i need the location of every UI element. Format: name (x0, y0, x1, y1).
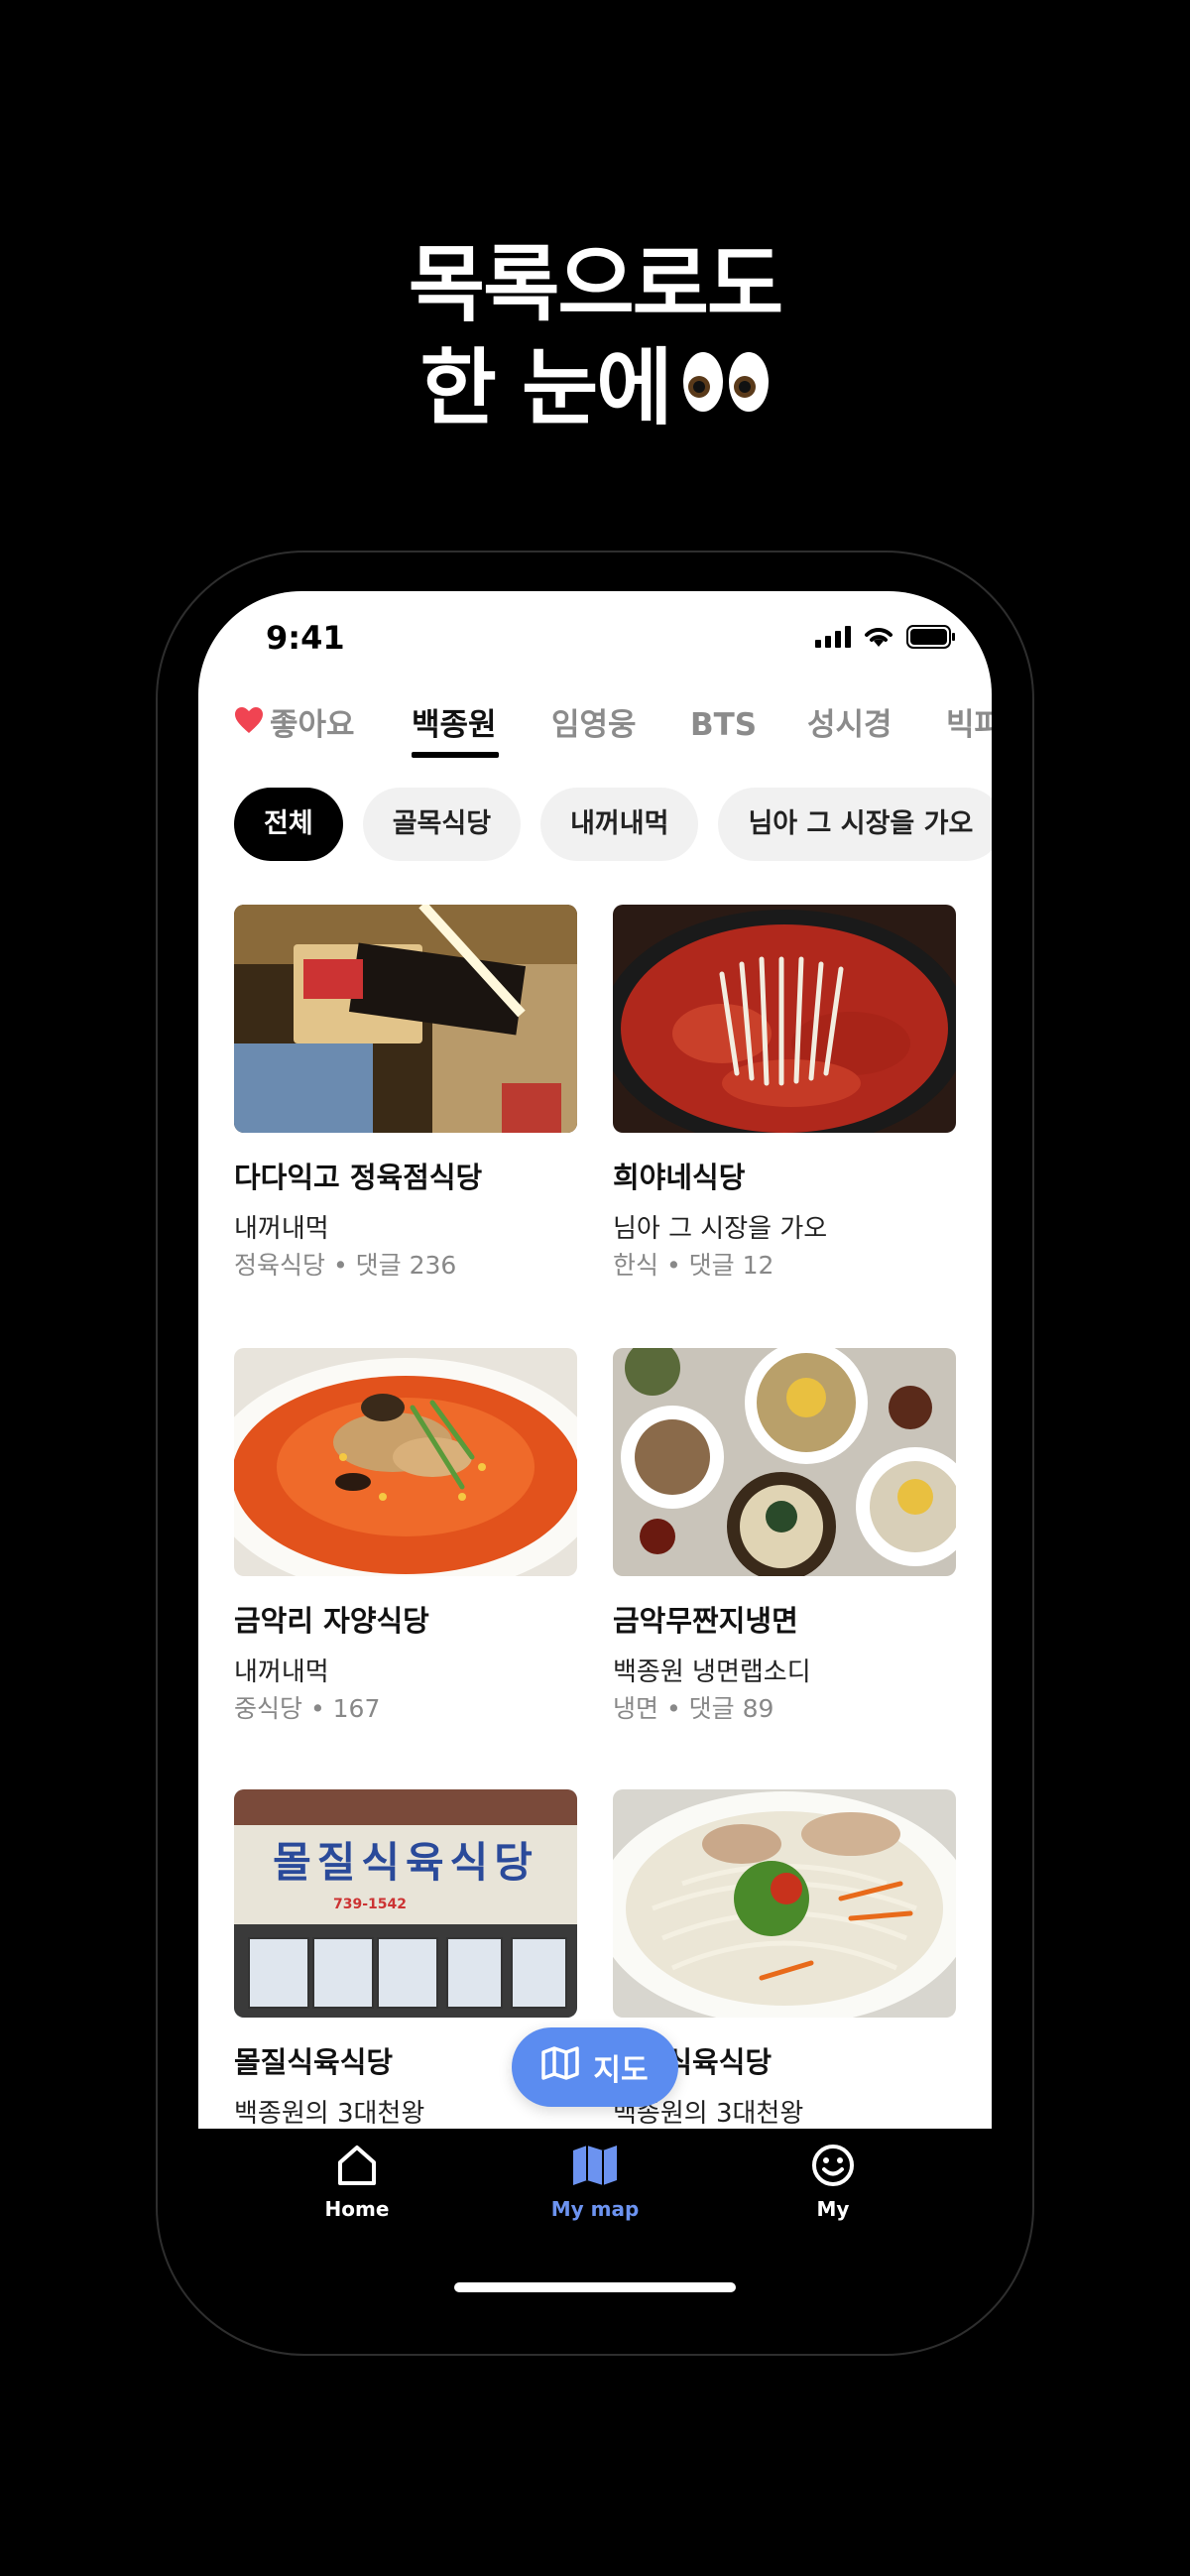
restaurant-meta: 중식당 • 167 (234, 1694, 381, 1723)
chip-market[interactable]: 님아 그 시장을 가오 (718, 788, 992, 861)
headline-line-2-text: 한 눈에 (419, 339, 672, 436)
restaurant-name: 몰질식육식당 (234, 2045, 394, 2079)
nav-my-map[interactable]: My map (516, 2143, 674, 2221)
noodle-soup-photo (613, 1789, 956, 2018)
headline: 목록으로도 한 눈에 (0, 233, 1190, 445)
heart-icon (234, 700, 264, 749)
headline-line-1: 목록으로도 (408, 236, 783, 333)
home-icon (334, 2146, 380, 2193)
chip-naekkeo-naemeok[interactable]: 내꺼내먹 (540, 788, 699, 861)
restaurant-meta: 한식 • 댓글 12 (613, 1251, 774, 1280)
battery-icon (906, 625, 955, 649)
headline-line-2: 한 눈에 (0, 336, 1190, 445)
eyes-emoji-icon (681, 336, 771, 439)
status-icons (815, 625, 956, 649)
restaurant-card[interactable]: 금악리 자양식당 내꺼내먹 중식당 • 167 (234, 1348, 577, 1723)
restaurant-meta: 정육식당 • 댓글 236 (234, 1251, 457, 1280)
restaurant-card[interactable]: 금악무짠지냉면 백종원 냉면랩소디 냉면 • 댓글 89 (613, 1348, 956, 1723)
restaurant-name: 희야네식당 (613, 1161, 746, 1194)
phone-screen: 9:41 좋아요 백종원 임영웅 BTS 성시경 빅파 전체 골목식당 내꺼내먹… (198, 591, 992, 2129)
status-time: 9:41 (266, 619, 345, 657)
restaurant-show: 님아 그 시장을 가오 (613, 1214, 828, 1244)
active-tab-indicator (412, 752, 499, 758)
restaurant-card[interactable]: 몰질식육식당 백종원의 3대천왕 (613, 1789, 956, 2129)
nav-home[interactable]: Home (278, 2143, 436, 2221)
signal-icon (815, 626, 851, 648)
nav-my[interactable]: My (754, 2143, 912, 2221)
status-bar: 9:41 (198, 591, 992, 690)
tab-baek-jong-won[interactable]: 백종원 (412, 700, 497, 750)
tab-bts[interactable]: BTS (690, 700, 757, 750)
bottom-nav: Home My map My (198, 2129, 992, 2277)
restaurant-show: 백종원 냉면랩소디 (613, 1657, 811, 1687)
map-icon (541, 2046, 580, 2088)
restaurant-card[interactable]: 다다익고 정육점식당 내꺼내먹 정육식당 • 댓글 236 (234, 905, 577, 1280)
restaurant-card[interactable]: 몰질식육식당 739-1542 몰질식육식당 백종원의 3대천왕 (234, 1789, 577, 2129)
storefront-phone-text: 739-1542 (333, 1897, 407, 1912)
category-chips: 전체 골목식당 내꺼내먹 님아 그 시장을 가오 (234, 788, 992, 861)
restaurant-card[interactable]: 희야네식당 님아 그 시장을 가오 한식 • 댓글 12 (613, 905, 956, 1280)
tab-likes[interactable]: 좋아요 (234, 700, 355, 752)
smiley-icon (810, 2145, 856, 2193)
map-icon (571, 2146, 619, 2193)
butcher-restaurant-sign-photo (234, 905, 577, 1133)
wifi-icon (865, 628, 892, 647)
map-view-button[interactable]: 지도 (512, 2027, 678, 2107)
restaurant-name: 다다익고 정육점식당 (234, 1161, 483, 1194)
storefront-sign-text: 몰질식육식당 (273, 1838, 538, 1887)
map-button-label: 지도 (593, 2053, 649, 2088)
restaurant-show: 백종원의 3대천왕 (234, 2099, 425, 2129)
chip-alley-restaurant[interactable]: 골목식당 (362, 788, 522, 861)
restaurant-name: 금악리 자양식당 (234, 1604, 429, 1638)
tab-likes-label: 좋아요 (270, 707, 355, 743)
restaurant-show: 내꺼내먹 (234, 1214, 329, 1244)
restaurant-storefront-photo: 몰질식육식당 739-1542 (234, 1789, 577, 2018)
restaurant-show: 내꺼내먹 (234, 1657, 329, 1687)
nav-my-label: My (816, 2197, 850, 2221)
naengmyeon-table-photo (613, 1348, 956, 1576)
spicy-pork-enoki-photo (613, 905, 956, 1133)
nav-home-label: Home (324, 2197, 390, 2221)
restaurant-meta: 냉면 • 댓글 89 (613, 1694, 774, 1723)
jjamppong-photo (234, 1348, 577, 1576)
tab-sung-si-kyung[interactable]: 성시경 (807, 700, 892, 750)
nav-my-map-label: My map (550, 2197, 640, 2221)
creator-tabs: 좋아요 백종원 임영웅 BTS 성시경 빅파 (198, 700, 992, 760)
home-indicator (454, 2282, 736, 2292)
tab-lim-young-woong[interactable]: 임영웅 (551, 700, 637, 750)
restaurant-name: 금악무짠지냉면 (613, 1604, 798, 1638)
tab-bigpa[interactable]: 빅파 (946, 700, 992, 750)
chip-all[interactable]: 전체 (234, 788, 343, 861)
